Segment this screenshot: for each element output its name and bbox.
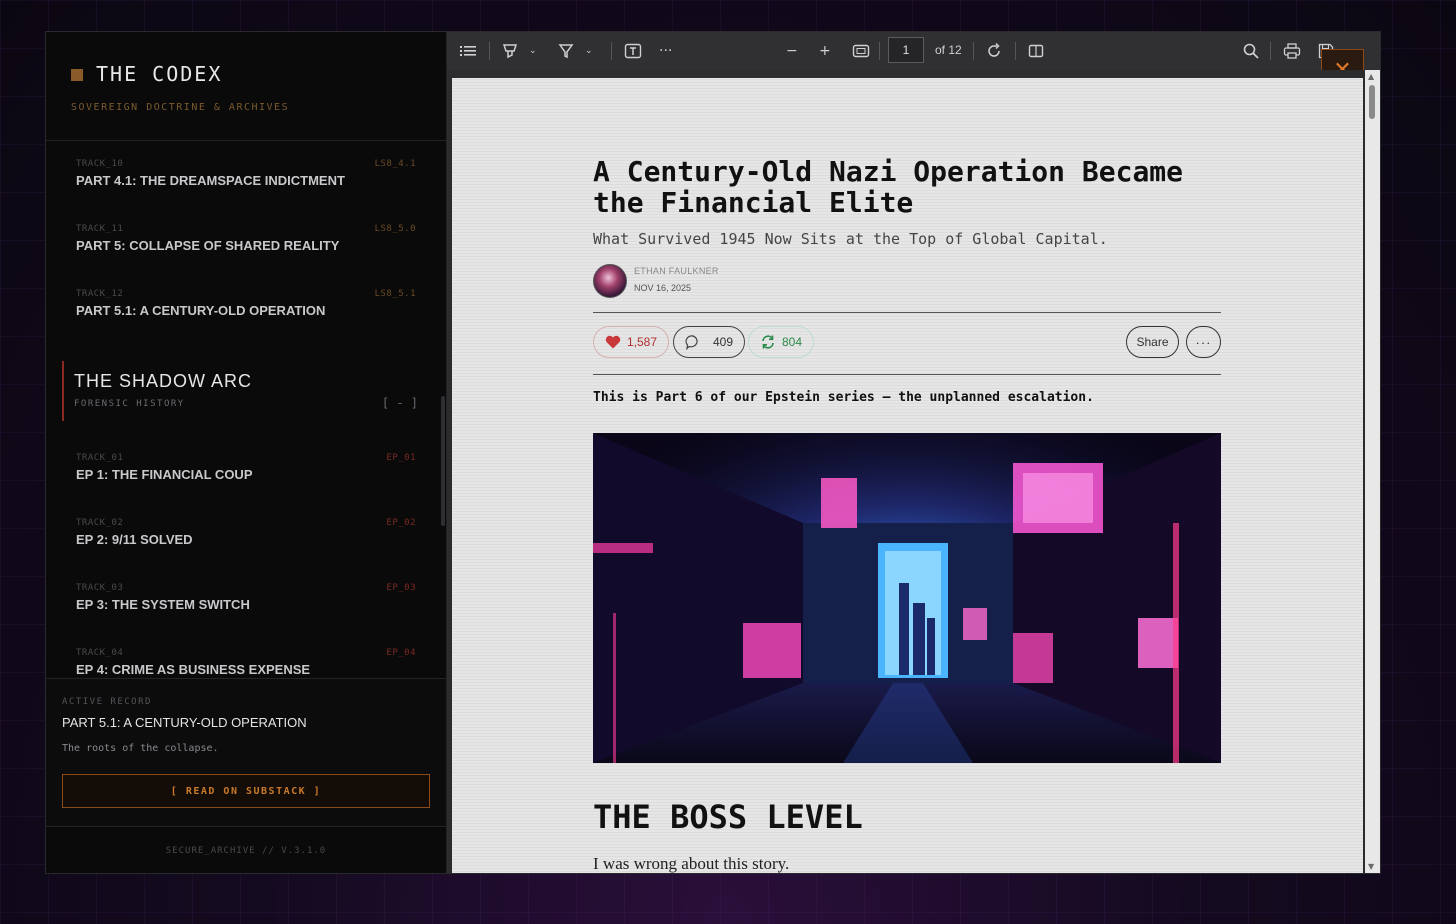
track-title: PART 4.1: THE DREAMSPACE INDICTMENT — [76, 173, 345, 188]
track-code: EP_02 — [386, 518, 416, 528]
pdf-toolbar: ⌄ ⌄ ··· − + 1 of 12 — [447, 32, 1380, 71]
scroll-thumb[interactable] — [1369, 85, 1375, 119]
page-total: of 12 — [935, 43, 962, 57]
pdf-viewer: A Century-Old Nazi Operation Became the … — [447, 70, 1380, 873]
article-intro: This is Part 6 of our Epstein series — t… — [593, 390, 1094, 405]
section-heading: THE BOSS LEVEL — [593, 798, 863, 836]
article-subtitle: What Survived 1945 Now Sits at the Top o… — [593, 230, 1108, 248]
search-icon[interactable] — [1242, 40, 1260, 62]
track-id: TRACK_03 — [76, 583, 124, 593]
sidebar-item-track-12[interactable]: TRACK_12 LS8_5.1 PART 5.1: A CENTURY-OLD… — [76, 289, 416, 329]
highlight-icon[interactable] — [501, 40, 519, 62]
viewer-scrollbar[interactable]: ▲ ▼ — [1365, 70, 1380, 873]
print-icon[interactable] — [1283, 40, 1301, 62]
brand-square-icon — [71, 69, 83, 81]
toolbar-separator — [489, 42, 490, 60]
track-id: TRACK_01 — [76, 453, 124, 463]
arc-header-shadow[interactable]: THE SHADOW ARC FORENSIC HISTORY [ - ] — [62, 361, 418, 421]
active-record-label: ACTIVE RECORD — [62, 697, 152, 707]
track-title: EP 1: THE FINANCIAL COUP — [76, 467, 253, 482]
app-window: THE CODEX SOVEREIGN DOCTRINE & ARCHIVES … — [45, 31, 1381, 874]
sidebar-footer: SECURE_ARCHIVE // V.3.1.0 — [46, 826, 446, 873]
more-tools-icon[interactable]: ··· — [659, 40, 672, 62]
divider — [593, 374, 1221, 375]
toolbar-separator — [879, 42, 880, 60]
sidebar-item-ep-3[interactable]: TRACK_03 EP_03 EP 3: THE SYSTEM SWITCH — [76, 583, 416, 623]
draw-dropdown-chevron-icon[interactable]: ⌄ — [585, 40, 593, 62]
read-on-substack-button[interactable]: [ READ ON SUBSTACK ] — [62, 774, 430, 808]
active-record-title: PART 5.1: A CENTURY-OLD OPERATION — [62, 715, 307, 730]
arc-title: THE SHADOW ARC — [74, 371, 253, 391]
track-id: TRACK_10 — [76, 159, 124, 169]
page-view-icon[interactable] — [1027, 40, 1045, 62]
highlight-dropdown-chevron-icon[interactable]: ⌄ — [529, 40, 537, 62]
scroll-up-arrow-icon[interactable]: ▲ — [1368, 72, 1374, 81]
restack-count: 804 — [782, 335, 803, 349]
arc-subtitle: FORENSIC HISTORY — [74, 399, 185, 409]
toolbar-separator — [973, 42, 974, 60]
article-title: A Century-Old Nazi Operation Became the … — [593, 155, 1184, 219]
comment-count: 409 — [713, 335, 734, 349]
sidebar-item-track-11[interactable]: TRACK_11 LS8_5.0 PART 5: COLLAPSE OF SHA… — [76, 224, 416, 264]
sidebar: THE CODEX SOVEREIGN DOCTRINE & ARCHIVES … — [46, 32, 447, 873]
sidebar-item-ep-2[interactable]: TRACK_02 EP_02 EP 2: 9/11 SOLVED — [76, 518, 416, 558]
like-count: 1,587 — [627, 335, 658, 349]
heart-icon — [605, 335, 621, 349]
track-code: LS8_5.1 — [374, 289, 416, 299]
active-record-panel: ACTIVE RECORD PART 5.1: A CENTURY-OLD OP… — [46, 678, 446, 827]
draw-icon[interactable] — [557, 40, 575, 62]
body-paragraph: I was wrong about this story. — [593, 854, 790, 873]
comment-bubble-icon — [685, 335, 698, 350]
track-title: EP 4: CRIME AS BUSINESS EXPENSE — [76, 662, 311, 677]
publish-date: NOV 16, 2025 — [634, 283, 692, 293]
track-id: TRACK_04 — [76, 648, 124, 658]
sidebar-scrollbar[interactable] — [441, 396, 445, 526]
track-code: LS8_4.1 — [374, 159, 416, 169]
author-avatar — [593, 264, 627, 298]
arc-collapse-toggle[interactable]: [ - ] — [382, 396, 418, 410]
rotate-icon[interactable] — [985, 40, 1003, 62]
scroll-down-arrow-icon[interactable]: ▼ — [1368, 862, 1374, 871]
sidebar-item-track-10[interactable]: TRACK_10 LS8_4.1 PART 4.1: THE DREAMSPAC… — [76, 159, 416, 199]
track-code: EP_01 — [386, 453, 416, 463]
pdf-page: A Century-Old Nazi Operation Became the … — [452, 78, 1363, 873]
track-id: TRACK_11 — [76, 224, 124, 234]
comments-button[interactable]: 409 — [673, 326, 746, 358]
restack-button[interactable]: 804 — [748, 326, 815, 358]
track-title: PART 5.1: A CENTURY-OLD OPERATION — [76, 303, 326, 318]
divider — [593, 312, 1221, 313]
track-code: LS8_5.0 — [374, 224, 416, 234]
toolbar-separator — [1270, 42, 1271, 60]
share-button[interactable]: Share — [1126, 326, 1179, 358]
sidebar-divider — [46, 140, 446, 141]
track-id: TRACK_02 — [76, 518, 124, 528]
page-number-input[interactable]: 1 — [888, 37, 924, 63]
zoom-in-icon[interactable]: + — [819, 40, 831, 62]
contents-list-icon[interactable] — [459, 40, 477, 62]
author-name: ETHAN FAULKNER — [634, 266, 719, 276]
track-id: TRACK_12 — [76, 289, 124, 299]
track-title: EP 3: THE SYSTEM SWITCH — [76, 597, 250, 612]
toolbar-separator — [611, 42, 612, 60]
fit-page-icon[interactable] — [852, 40, 870, 62]
track-code: EP_03 — [386, 583, 416, 593]
brand-title: THE CODEX — [96, 62, 223, 86]
like-button[interactable]: 1,587 — [593, 326, 670, 358]
zoom-out-icon[interactable]: − — [786, 40, 798, 62]
active-record-description: The roots of the collapse. — [62, 743, 219, 754]
hero-image — [593, 433, 1221, 763]
track-title: PART 5: COLLAPSE OF SHARED REALITY — [76, 238, 340, 253]
text-box-icon[interactable] — [624, 40, 642, 62]
track-code: EP_04 — [386, 648, 416, 658]
sidebar-item-ep-1[interactable]: TRACK_01 EP_01 EP 1: THE FINANCIAL COUP — [76, 453, 416, 493]
brand-subtitle: SOVEREIGN DOCTRINE & ARCHIVES — [71, 102, 290, 113]
toolbar-separator — [1015, 42, 1016, 60]
track-title: EP 2: 9/11 SOLVED — [76, 532, 193, 547]
restack-icon — [762, 335, 774, 349]
more-options-button[interactable]: ··· — [1186, 326, 1221, 358]
